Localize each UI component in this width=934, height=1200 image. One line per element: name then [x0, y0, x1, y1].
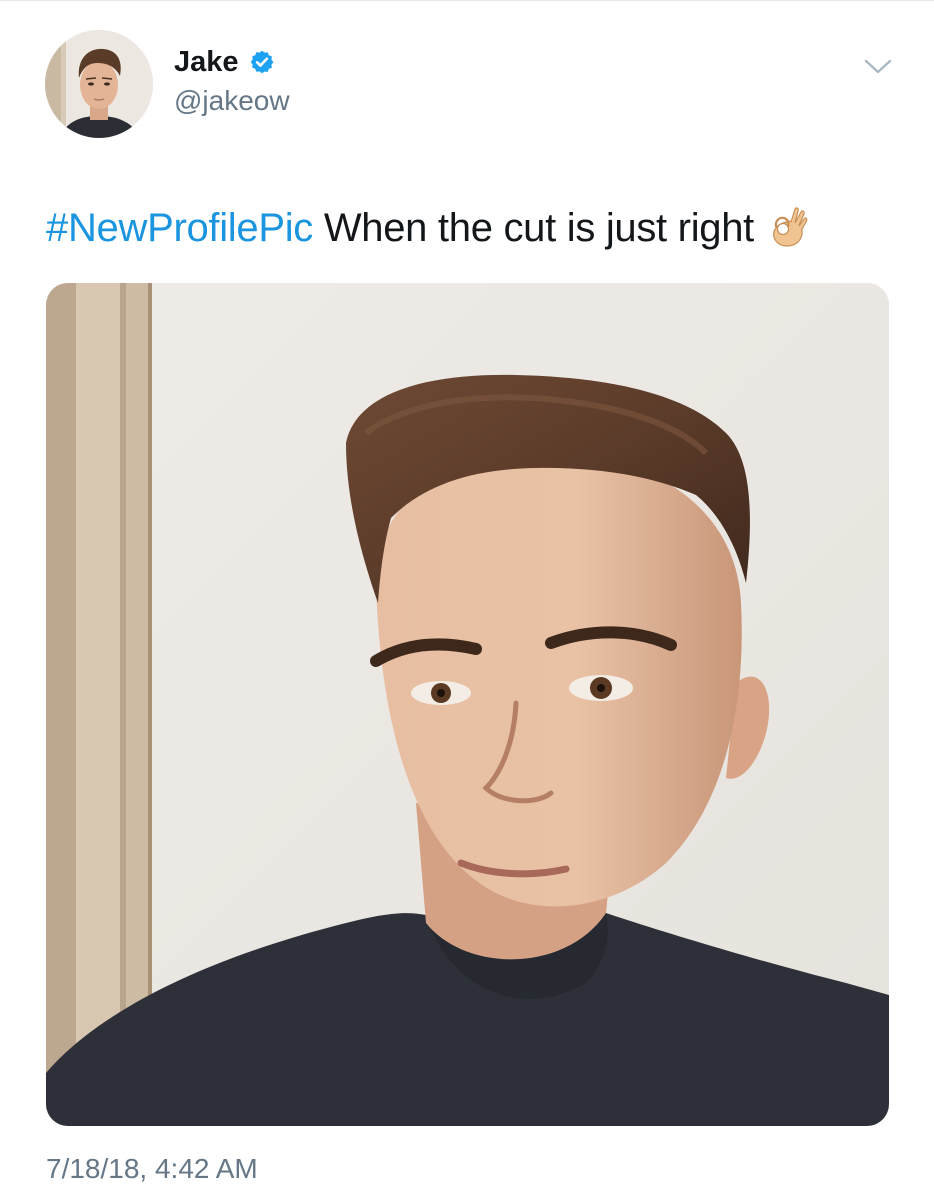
avatar-photo: [45, 30, 153, 138]
ok-hand-icon: [773, 207, 808, 247]
verified-badge-icon: [250, 50, 273, 74]
author-avatar[interactable]: [45, 30, 153, 138]
hashtag-link[interactable]: #NewProfilePic: [46, 206, 313, 250]
tweet-detail: Jake @jakeow #NewProfilePic When the cut…: [0, 0, 934, 1200]
chevron-down-icon[interactable]: [862, 56, 894, 78]
tweet-timestamp[interactable]: 7/18/18, 4:42 AM: [46, 1152, 258, 1186]
author-name[interactable]: Jake: [174, 44, 239, 80]
tweet-media-photo[interactable]: [46, 283, 889, 1126]
selfie-photo: [46, 283, 889, 1126]
tweet-text: #NewProfilePic When the cut is just righ…: [46, 202, 808, 254]
tweet-body-text: When the cut is just right: [313, 206, 754, 250]
author-name-row[interactable]: Jake: [174, 44, 275, 80]
author-handle[interactable]: @jakeow: [174, 84, 290, 118]
